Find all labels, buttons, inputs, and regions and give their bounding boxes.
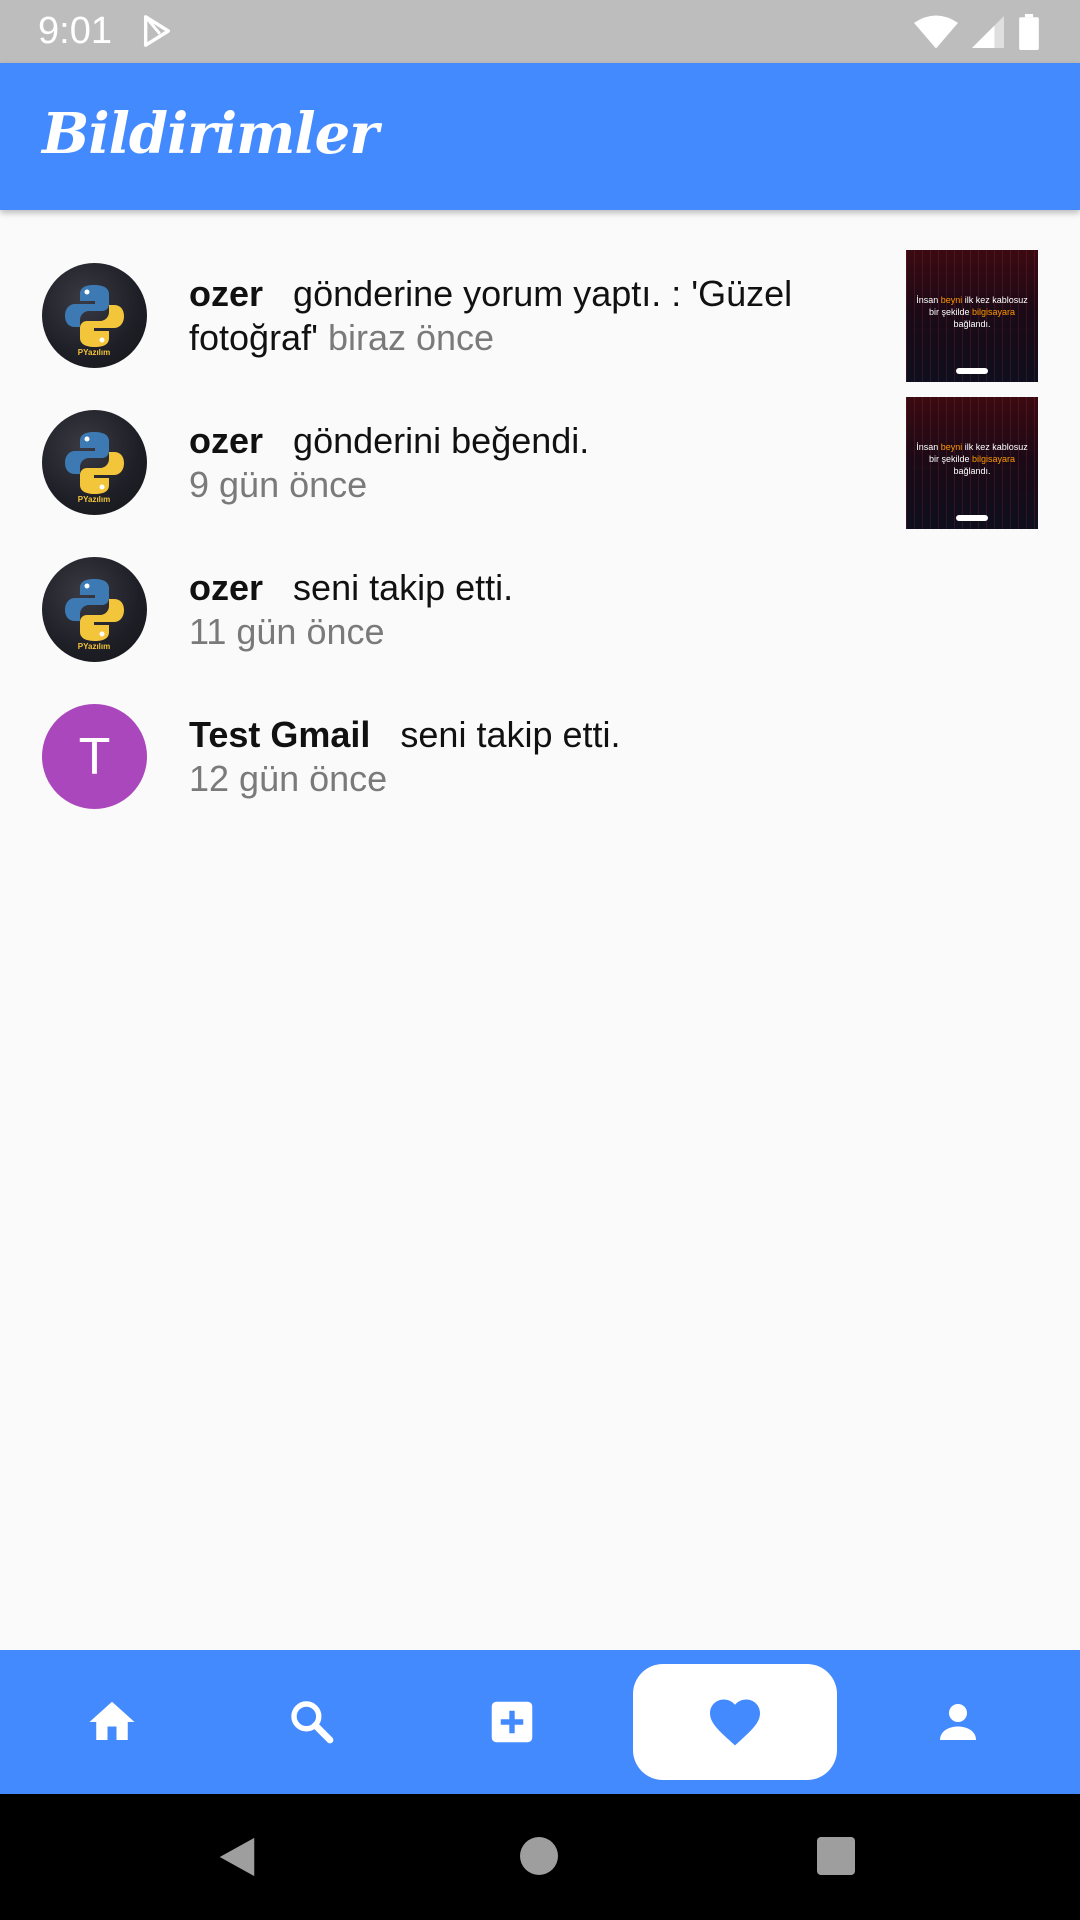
add-box-icon — [491, 1701, 533, 1743]
nav-add-button[interactable] — [462, 1650, 562, 1794]
notification-time: 11 gün önce — [189, 611, 385, 652]
avatar[interactable]: PYazılım — [42, 263, 147, 368]
home-circle-icon[interactable] — [519, 1836, 559, 1876]
battery-icon — [1019, 14, 1039, 50]
bottom-navigation — [0, 1650, 1080, 1794]
page-title: Bildirimler — [42, 101, 379, 167]
person-icon — [940, 1704, 976, 1740]
notification-time: biraz önce — [327, 317, 495, 358]
search-icon — [291, 1701, 334, 1744]
nav-search-button[interactable] — [262, 1650, 362, 1794]
notification-text: ozer gönderini beğendi. 9 gün önce — [189, 419, 889, 507]
favorite-icon — [710, 1699, 760, 1746]
app-bar: Bildirimler — [0, 63, 1080, 210]
post-thumbnail[interactable]: İnsan beyni ilk kez kablosuz bir şekilde… — [906, 397, 1038, 529]
status-icons — [914, 14, 1040, 50]
wifi-icon — [914, 15, 958, 49]
notification-item[interactable]: PYazılım ozer seni takip etti. 11 gün ön… — [0, 534, 1080, 681]
signal-icon — [972, 16, 1004, 48]
notification-text: ozer seni takip etti. 11 gün önce — [189, 566, 889, 654]
nav-home-button[interactable] — [62, 1650, 162, 1794]
notification-time: 9 gün önce — [189, 464, 368, 505]
thumbnail-caption: İnsan beyni ilk kez kablosuz bir şekilde… — [916, 295, 1028, 329]
nav-notifications-button[interactable] — [633, 1650, 837, 1794]
notification-text: ozer gönderine yorum yaptı. : 'Güzel fot… — [189, 272, 889, 360]
system-navigation-bar — [0, 1794, 1080, 1920]
svg-text:PYazılım: PYazılım — [78, 642, 110, 651]
svg-text:PYazılım: PYazılım — [78, 348, 110, 357]
svg-text:PYazılım: PYazılım — [78, 495, 110, 504]
post-thumbnail[interactable]: İnsan beyni ilk kez kablosuz bir şekilde… — [906, 250, 1038, 382]
notification-user[interactable]: ozer — [189, 420, 263, 461]
notification-message: seni takip etti. — [400, 714, 621, 755]
avatar[interactable]: PYazılım — [42, 410, 147, 515]
notification-item[interactable]: T Test Gmail seni takip etti. 12 gün önc… — [0, 681, 1080, 828]
notification-text: Test Gmail seni takip etti. 12 gün önce — [189, 713, 889, 801]
notification-user[interactable]: Test Gmail — [189, 714, 370, 755]
status-time: 9:01 — [38, 10, 112, 52]
notification-message: seni takip etti. — [293, 567, 514, 608]
notification-item[interactable]: PYazılım ozer gönderini beğendi. 9 gün ö… — [0, 387, 1080, 534]
home-icon — [89, 1701, 135, 1740]
notification-time: 12 gün önce — [189, 758, 388, 799]
avatar[interactable]: T — [42, 704, 147, 809]
back-icon[interactable] — [215, 1834, 259, 1880]
notification-message: gönderini beğendi. — [293, 420, 590, 461]
python-logo-icon: PYazılım — [65, 579, 124, 651]
status-bar: 9:01 — [0, 0, 1080, 63]
notification-list: PYazılım ozer gönderine yorum yaptı. : '… — [0, 240, 1080, 828]
notification-user[interactable]: ozer — [189, 567, 263, 608]
notification-item[interactable]: PYazılım ozer gönderine yorum yaptı. : '… — [0, 240, 1080, 387]
avatar[interactable]: PYazılım — [42, 557, 147, 662]
notification-user[interactable]: ozer — [189, 273, 263, 314]
recents-icon[interactable] — [816, 1836, 856, 1876]
python-logo-icon: PYazılım — [65, 285, 124, 357]
python-logo-icon: PYazılım — [65, 432, 124, 504]
nav-profile-button[interactable] — [908, 1650, 1008, 1794]
play-store-icon — [143, 15, 171, 47]
thumbnail-caption: İnsan beyni ilk kez kablosuz bir şekilde… — [916, 442, 1028, 476]
